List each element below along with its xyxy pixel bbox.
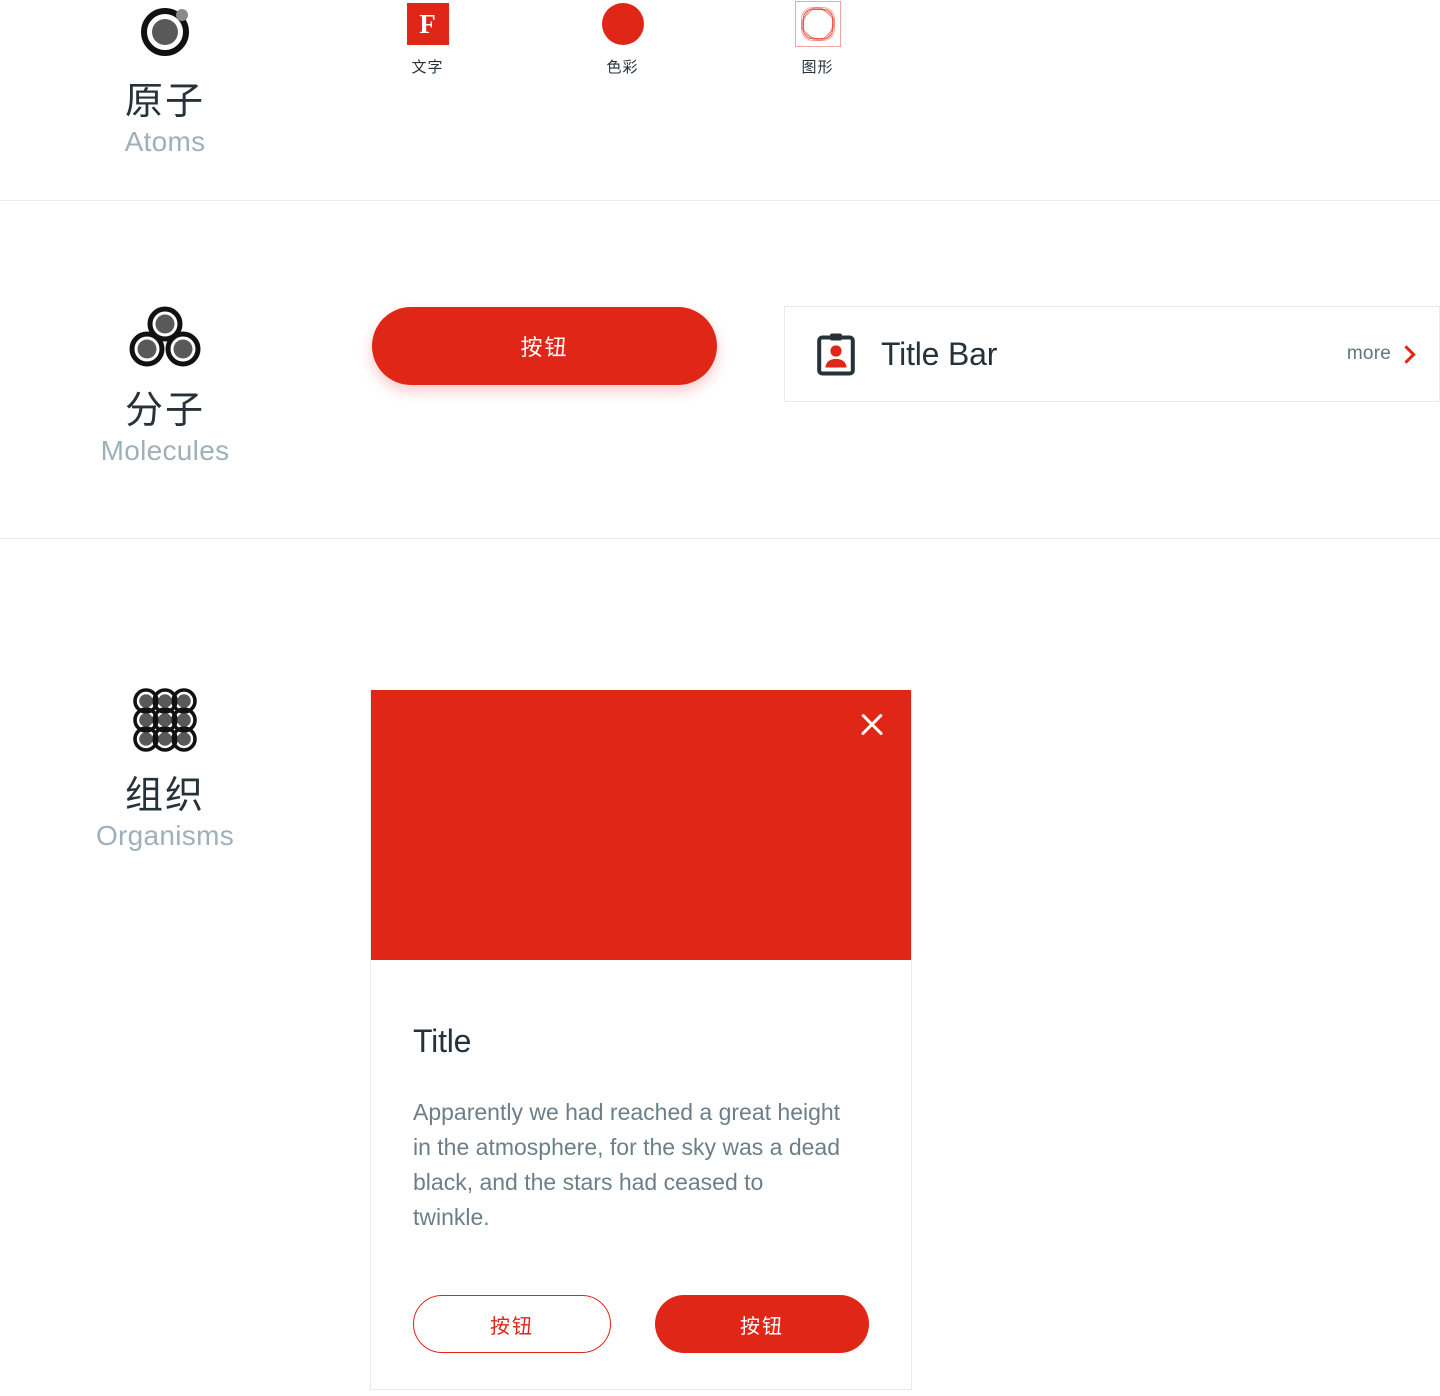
level-label-organisms: 组织 Organisms <box>0 686 330 853</box>
card-primary-button[interactable]: 按钮 <box>655 1295 869 1353</box>
atom-item-color[interactable]: 色彩 <box>525 0 720 78</box>
text-swatch-glyph: F <box>406 3 449 45</box>
card-title: Title <box>413 1023 472 1059</box>
atom-caption-text: 文字 <box>411 59 444 76</box>
level-title-en: Organisms <box>95 820 235 851</box>
shape-swatch-frame <box>794 1 841 47</box>
text-swatch-icon: F <box>406 0 449 48</box>
more-label: more <box>1346 343 1391 364</box>
card-body: Title Apparently we had reached a great … <box>371 960 911 1353</box>
chevron-right-icon <box>1400 345 1411 364</box>
id-badge-icon <box>817 332 855 376</box>
atom-caption-color: 色彩 <box>606 59 639 76</box>
level-title-cn: 组织 <box>124 775 205 817</box>
card-secondary-button[interactable]: 按钮 <box>413 1295 612 1353</box>
atoms-swatch-row: F 文字 色彩 图形 <box>330 0 915 78</box>
modal-card: Title Apparently we had reached a great … <box>370 690 912 1390</box>
level-label-atoms: 原子 Atoms <box>0 2 330 159</box>
shape-swatch-icon <box>794 0 841 48</box>
close-icon[interactable] <box>855 708 889 742</box>
section-divider-1 <box>0 200 1440 201</box>
level-title-en: Molecules <box>100 435 230 466</box>
squircle-base <box>802 9 833 39</box>
design-system-page: 原子 Atoms F 文字 色彩 图形 分子 Molecules 按钮 Titl… <box>0 0 1440 1396</box>
level-title-cn: 原子 <box>124 81 205 123</box>
atom-icon <box>0 2 330 65</box>
color-swatch-circle <box>601 3 644 45</box>
card-hero-image <box>371 690 911 960</box>
atom-caption-shape: 图形 <box>801 59 834 76</box>
card-action-row: 按钮 按钮 <box>413 1295 869 1353</box>
organism-grid-icon <box>0 686 330 759</box>
atom-item-text[interactable]: F 文字 <box>330 0 525 78</box>
title-bar-label: Title Bar <box>881 336 998 372</box>
atom-item-shape[interactable]: 图形 <box>720 0 915 78</box>
card-description: Apparently we had reached a great height… <box>413 1099 841 1230</box>
section-divider-2 <box>0 538 1440 539</box>
title-bar-component[interactable]: Title Bar more <box>784 306 1440 402</box>
level-title-en: Atoms <box>124 126 206 157</box>
primary-button[interactable]: 按钮 <box>372 307 717 385</box>
level-title-cn: 分子 <box>124 390 205 432</box>
level-label-molecules: 分子 Molecules <box>0 305 330 468</box>
color-swatch-icon <box>601 0 644 48</box>
more-link[interactable]: more <box>1347 343 1411 365</box>
molecule-icon <box>0 305 330 374</box>
